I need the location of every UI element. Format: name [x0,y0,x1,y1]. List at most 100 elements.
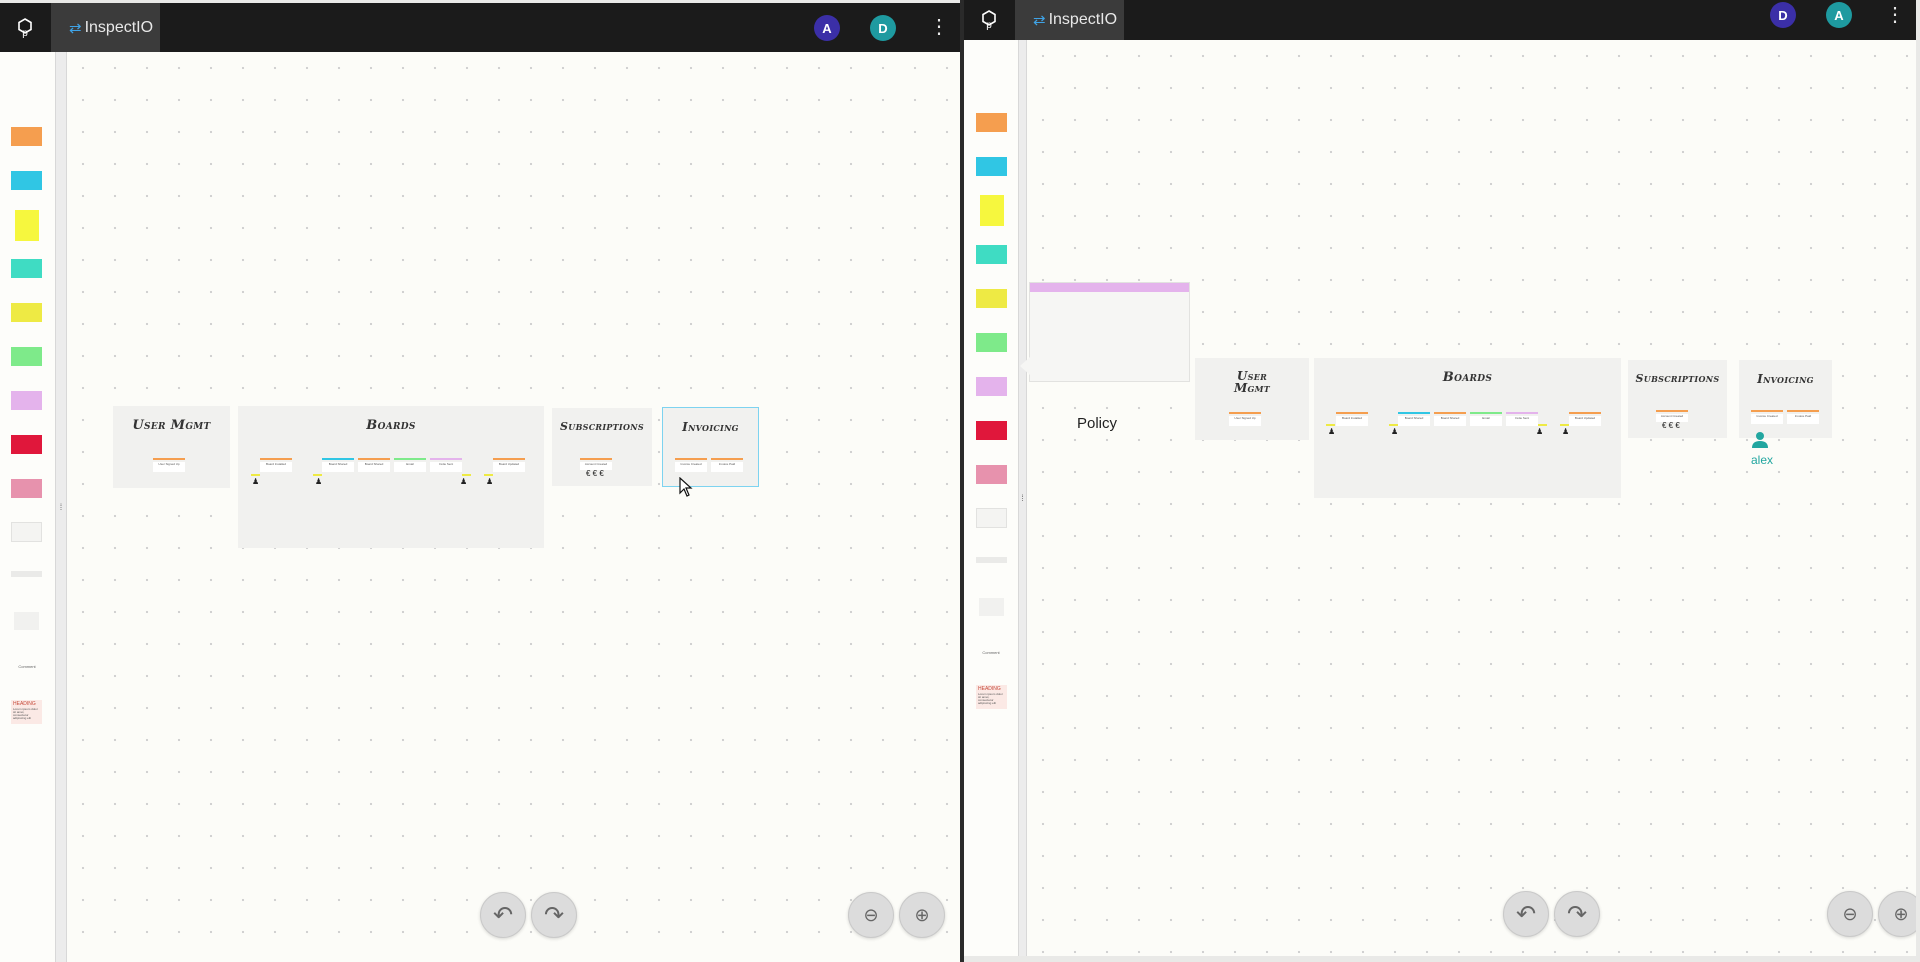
avatar[interactable]: A [1826,2,1852,28]
event-note[interactable]: Email [1470,416,1502,426]
avatar-letter: A [1834,7,1844,23]
sticky-swatch-pink[interactable] [976,465,1007,484]
card-swatch[interactable] [979,598,1004,616]
sticky-swatch-yellow[interactable] [980,195,1004,226]
event-note[interactable]: Email [394,462,426,472]
event-note[interactable]: Invite Sent [430,462,462,472]
zoom-out-button[interactable]: ⊖ [1827,891,1873,937]
event-note[interactable]: Invoice Paid [1787,414,1819,424]
event-note[interactable]: Board Installed [1336,416,1368,426]
drag-handle-icon: ⁞ [1021,493,1024,503]
tab-inspectio[interactable]: ⇄ InspectIO [51,3,160,52]
event-note[interactable]: Invoice Created [675,462,707,472]
more-menu-icon[interactable]: ⋮ [1885,5,1905,25]
event-bar [153,458,185,460]
logo[interactable]: p [964,0,1014,40]
more-menu-icon[interactable]: ⋮ [929,17,949,37]
sticky-swatch-teal[interactable] [976,245,1007,264]
sticky-swatch-yellow[interactable] [15,210,39,241]
frame-boards[interactable]: Boards Board Installed ♟ Board Shared ♟ … [1314,358,1621,498]
event-bar [1229,412,1261,414]
sticky-swatch-lilac[interactable] [976,377,1007,396]
heading-swatch[interactable]: HEADING Lorem ipsum dolor sit amet, cons… [11,700,42,724]
event-note[interactable]: Board Updated [1569,416,1601,426]
user-icon: ♟ [252,477,260,486]
sticky-swatch-red[interactable] [11,435,42,454]
actor-bar [313,474,322,476]
event-bar [260,458,292,460]
event-note[interactable]: Board Shared [358,462,390,472]
sticky-swatch-lilac[interactable] [11,391,42,410]
sticky-swatch-pink[interactable] [11,479,42,498]
avatar[interactable]: A [814,15,840,41]
heading-swatch[interactable]: HEADING Lorem ipsum dolor sit amet, cons… [976,685,1007,709]
redo-icon: ↷ [1566,900,1588,928]
divider-swatch[interactable] [976,557,1007,563]
frame-subscriptions[interactable]: Subscriptions Account Created € € € [1628,360,1727,438]
policy-popover[interactable] [1020,282,1190,382]
tab-inspectio[interactable]: ⇄ InspectIO [1015,0,1124,40]
sticky-swatch-lemon[interactable] [976,289,1007,308]
event-note[interactable]: User Signed Up [1229,416,1261,426]
actor-bar [484,474,493,476]
comment-swatch[interactable]: Comment [6,664,48,669]
event-note[interactable]: User Signed Up [153,462,185,472]
card-swatch[interactable] [14,612,39,630]
undo-button[interactable]: ↶ [480,892,526,938]
event-note[interactable]: Invoice Created [1751,414,1783,424]
logo-icon: p [982,10,996,30]
zoom-out-button[interactable]: ⊖ [848,892,894,938]
sticky-swatch-orange[interactable] [11,127,42,146]
event-note[interactable]: Invite Sent [1506,416,1538,426]
event-note[interactable]: Board Shared [1398,416,1430,426]
avatar[interactable]: D [870,15,896,41]
frame-invoicing[interactable]: Invoicing Invoice Created Invoice Paid [1739,360,1832,438]
redo-button[interactable]: ↷ [1554,891,1600,937]
event-bar [358,458,390,460]
frame-swatch[interactable] [976,508,1007,528]
frame-title: Subscriptions [560,420,644,433]
frame-swatch[interactable] [11,522,42,542]
frame-subscriptions[interactable]: Subscriptions Account Created € € € [552,408,652,486]
sticky-swatch-green[interactable] [976,333,1007,352]
event-note[interactable]: Board Updated [493,462,525,472]
comment-swatch[interactable]: Comment [970,650,1012,655]
swap-icon: ⇄ [1033,12,1046,29]
zoom-in-button[interactable]: ⊕ [1878,891,1916,937]
event-note[interactable]: Invoice Paid [711,462,743,472]
sticky-swatch-orange[interactable] [976,113,1007,132]
sticky-swatch-red[interactable] [976,421,1007,440]
sticky-swatch-teal[interactable] [11,259,42,278]
sticky-swatch-lemon[interactable] [11,303,42,322]
board-canvas[interactable]: User Mgmt User Signed Up Boards Board In… [67,52,960,962]
sidebar-resize-handle[interactable]: ⁞ [1018,40,1027,956]
euro-icon: € € € [1662,421,1680,430]
event-note[interactable]: Board Installed [260,462,292,472]
logo[interactable]: p [0,3,50,52]
sticky-swatch-green[interactable] [11,347,42,366]
undo-button[interactable]: ↶ [1503,891,1549,937]
sticky-swatch-blue[interactable] [11,171,42,190]
zoom-out-icon: ⊖ [863,904,879,925]
redo-button[interactable]: ↷ [531,892,577,938]
top-bar: p ⇄ InspectIO D A ⋮ [964,0,1916,40]
event-note[interactable]: Board Shared [322,462,354,472]
frame-boards[interactable]: Boards Board Installed ♟ Board Shared ♟ … [238,406,544,548]
frame-invoicing[interactable]: Invoicing Invoice Created Invoice Paid [662,407,759,487]
event-note[interactable]: Board Shared [1434,416,1466,426]
frame-user-mgmt[interactable]: User Mgmt User Signed Up [113,406,230,488]
divider-swatch[interactable] [11,571,42,577]
board-canvas[interactable]: Policy User Mgmt User Signed Up Boards B… [1020,40,1916,956]
frame-user-mgmt[interactable]: User Mgmt User Signed Up [1195,358,1309,440]
actor-bar [1389,424,1398,426]
avatar[interactable]: D [1770,2,1796,28]
frame-title: Subscriptions [1635,372,1720,385]
left-window: p ⇄ InspectIO A D ⋮ Comment HEADING Lore… [0,3,960,962]
user-icon: ♟ [486,477,494,486]
actor-bar [1326,424,1335,426]
sidebar-resize-handle[interactable]: ⁞ [55,52,67,962]
logo-icon: p [18,17,32,38]
zoom-in-button[interactable]: ⊕ [899,892,945,938]
sticky-swatch-blue[interactable] [976,157,1007,176]
frame-title: User Mgmt [132,418,211,433]
